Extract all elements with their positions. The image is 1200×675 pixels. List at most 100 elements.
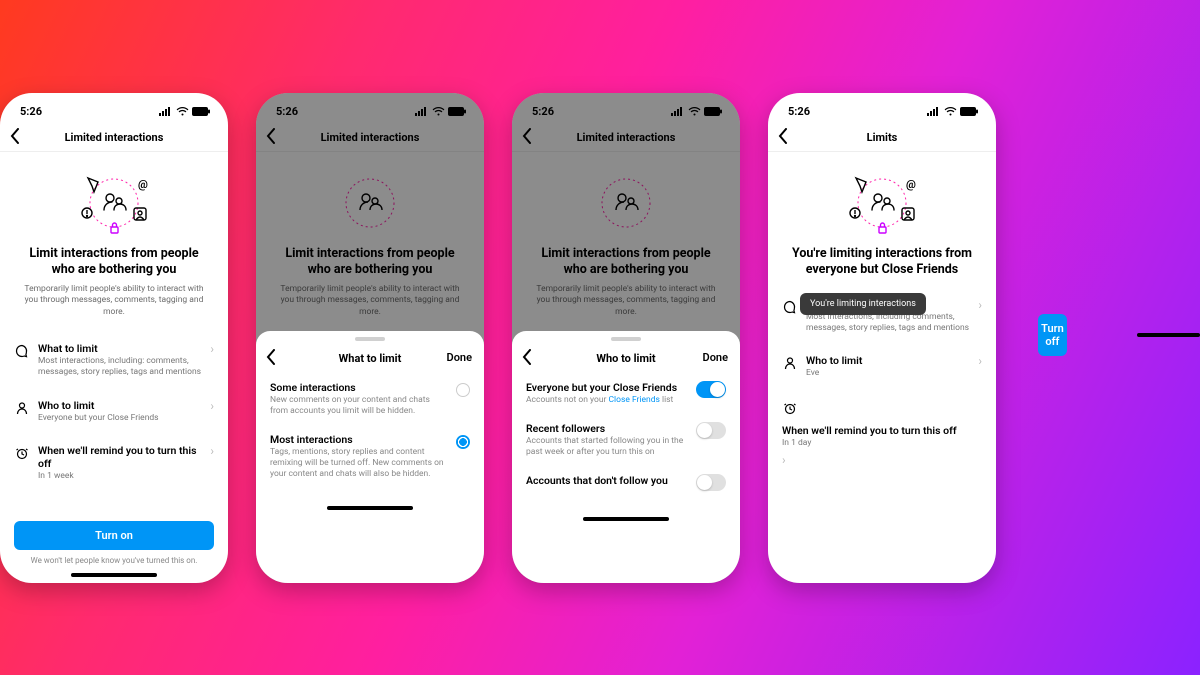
option-non-followers[interactable]: Accounts that don't follow you [512,466,740,499]
screen-content: @ Limit interactions from people who are… [0,152,228,521]
nav-title: Limits [867,131,898,144]
row-reminder[interactable] [782,391,982,424]
sheet-done-button[interactable]: Done [447,351,472,364]
nav-title: Limited interactions [321,131,420,144]
row-what-to-limit[interactable]: What to limit Most interactions, includi… [14,334,214,386]
row-title: When we'll remind you to turn this off [782,424,982,437]
limit-illustration-icon: @ [832,168,932,238]
who-to-limit-sheet: Who to limit Done Everyone but your Clos… [512,331,740,583]
phone-what-to-limit-sheet: 5:26 Limited interactions Limit interact… [256,93,484,583]
sheet-back-button[interactable] [522,349,532,365]
wifi-icon [944,107,957,116]
nav-bar: Limits [768,124,996,152]
phone-limits-active: 5:26 Limits @ You're limiting interactio… [768,93,996,583]
chevron-right-icon: › [210,399,214,413]
limiting-toast: You're limiting interactions [800,293,926,315]
toggle-off[interactable] [696,474,726,491]
what-to-limit-sheet: What to limit Done Some interactions New… [256,331,484,583]
home-indicator [71,573,157,577]
lock-icon [111,223,118,233]
radio-selected[interactable] [456,435,470,449]
privacy-footnote: We won't let people know you've turned t… [0,556,228,565]
row-subtitle: In 1 week [38,471,202,482]
battery-icon [960,107,978,116]
alarm-icon [782,400,798,416]
home-indicator [1137,333,1200,337]
row-title: When we'll remind you to turn this off [38,444,202,470]
person-icon [782,355,798,371]
chevron-right-icon: › [210,444,214,458]
status-bar: 5:26 [512,93,740,124]
screen-content: @ You're limiting interactions from ever… [768,152,996,583]
chevron-right-icon: › [782,453,786,467]
option-close-friends[interactable]: Everyone but your Close Friends Accounts… [512,373,740,414]
sheet-title: What to limit [339,352,402,365]
cellular-icon [159,107,173,116]
send-icon [88,178,98,192]
alarm-icon [14,445,30,461]
close-friends-link[interactable]: Close Friends [609,395,660,405]
hero-illustration: @ [14,168,214,238]
person-icon [14,400,30,416]
nav-title: Limited interactions [65,131,164,144]
back-button[interactable] [10,128,20,144]
row-reminder[interactable]: When we'll remind you to turn this off I… [14,436,214,490]
hero-subtitle: Temporarily limit people's ability to in… [14,278,214,330]
row-subtitle: In 1 day [782,438,982,449]
status-right [415,107,466,116]
option-title: Everyone but your Close Friends [526,381,686,394]
turn-off-button[interactable]: Turn off [1038,314,1067,356]
row-title: Who to limit [38,399,202,412]
svg-text:@: @ [906,178,916,191]
battery-icon [704,107,722,116]
row-subtitle: Eve [806,368,970,379]
option-most-interactions[interactable]: Most interactions Tags, mentions, story … [256,425,484,488]
svg-text:@: @ [138,178,148,191]
chevron-left-icon [522,128,532,144]
row-subtitle: Most interactions, including comments, m… [806,312,970,334]
back-button[interactable] [522,128,532,144]
chevron-right-icon: › [210,342,214,356]
chevron-left-icon [10,128,20,144]
phone-who-to-limit-sheet: 5:26 Limited interactions Limit interact… [512,93,740,583]
row-title: Who to limit [806,354,970,367]
option-some-interactions[interactable]: Some interactions New comments on your c… [256,373,484,425]
sheet-done-button[interactable]: Done [703,351,728,364]
status-time: 5:26 [788,105,810,118]
row-subtitle: Everyone but your Close Friends [38,413,202,424]
back-button[interactable] [778,128,788,144]
hero-illustration: @ [782,168,982,238]
toggle-off[interactable] [696,422,726,439]
row-subtitle: Most interactions, including: comments, … [38,356,202,378]
hero-title: Limit interactions from people who are b… [14,246,214,279]
cellular-icon [415,107,429,116]
sheet-grabber[interactable] [611,337,641,341]
sheet-back-button[interactable] [266,349,276,365]
status-bar: 5:26 [256,93,484,124]
cellular-icon [671,107,685,116]
row-who-to-limit[interactable]: Who to limit Everyone but your Close Fri… [14,391,214,432]
option-subtitle: Accounts that started following you in t… [526,436,686,458]
limit-illustration-icon: @ [64,168,164,238]
status-time: 5:26 [532,105,554,118]
chevron-left-icon [266,128,276,144]
sheet-grabber[interactable] [355,337,385,341]
nav-title: Limited interactions [577,131,676,144]
status-bar: 5:26 [0,93,228,124]
row-title: What to limit [38,342,202,355]
chevron-right-icon: › [978,354,982,368]
status-time: 5:26 [20,105,42,118]
wifi-icon [432,107,445,116]
option-recent-followers[interactable]: Recent followers Accounts that started f… [512,414,740,466]
phone-limited-interactions-intro: 5:26 Limited interactions @ [0,93,228,583]
option-title: Recent followers [526,422,686,435]
wifi-icon [688,107,701,116]
radio-unselected[interactable] [456,383,470,397]
option-subtitle: New comments on your content and chats f… [270,395,446,417]
wifi-icon [176,107,189,116]
status-time: 5:26 [276,105,298,118]
turn-on-button[interactable]: Turn on [14,521,214,550]
row-who-to-limit[interactable]: Who to limit Eve › [782,346,982,387]
toggle-on[interactable] [696,381,726,398]
back-button[interactable] [266,128,276,144]
